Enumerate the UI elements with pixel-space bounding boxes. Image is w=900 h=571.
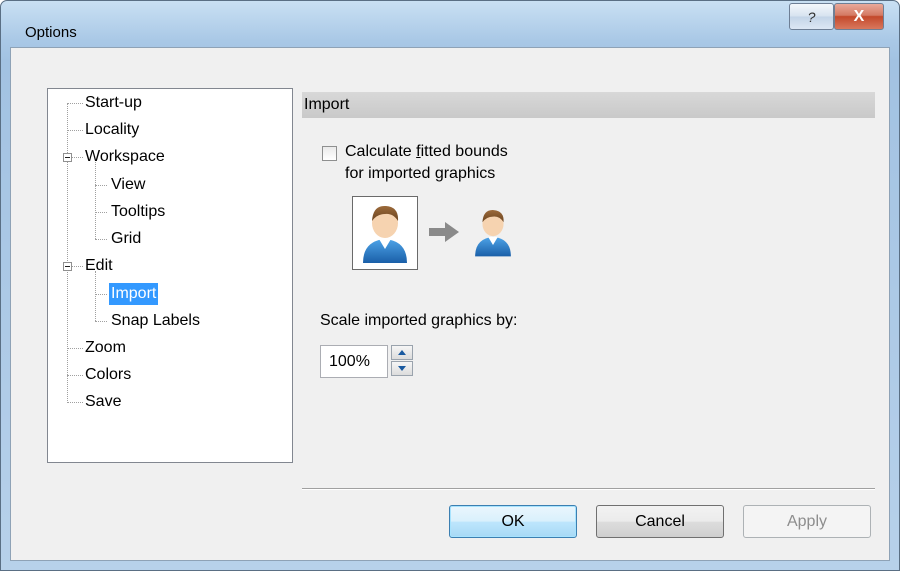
tree-item-colors[interactable]: Colors	[85, 364, 131, 386]
title-bar[interactable]: Options ? X	[1, 1, 899, 47]
tree-connector	[95, 162, 96, 239]
tree-connector	[67, 402, 83, 403]
tree-item-save[interactable]: Save	[85, 391, 121, 413]
separator	[302, 488, 875, 490]
tree-connector	[95, 212, 107, 213]
tree-connector	[67, 103, 83, 104]
close-icon: X	[853, 7, 865, 25]
tree-connector	[67, 103, 68, 403]
fitted-bounds-label-line2: for imported graphics	[345, 165, 496, 182]
tree-item-zoom[interactable]: Zoom	[85, 337, 126, 359]
tree-item-grid[interactable]: Grid	[111, 228, 141, 250]
collapse-workspace-icon[interactable]	[63, 153, 72, 162]
section-header: Import	[302, 92, 875, 118]
tree-connector	[72, 266, 83, 267]
tree-item-tooltips[interactable]: Tooltips	[111, 201, 165, 223]
tree-connector	[95, 294, 107, 295]
close-button[interactable]: X	[834, 3, 884, 30]
help-button[interactable]: ?	[789, 3, 834, 30]
tree-connector	[67, 130, 83, 131]
spin-up-button[interactable]	[391, 345, 413, 360]
user-icon	[475, 210, 511, 257]
fitted-bounds-checkbox[interactable]	[322, 146, 337, 161]
tree-connector	[72, 157, 83, 158]
collapse-edit-icon[interactable]	[63, 262, 72, 271]
apply-button[interactable]: Apply	[743, 505, 871, 538]
tree-item-import[interactable]: Import	[109, 283, 159, 305]
tree-item-locality[interactable]: Locality	[85, 119, 139, 141]
tree-item-workspace[interactable]: Workspace	[85, 146, 165, 168]
tree-connector	[95, 321, 107, 322]
fitted-bounds-label-part2: itted bounds	[420, 143, 508, 160]
tree-item-view[interactable]: View	[111, 174, 145, 196]
fitted-bounds-label[interactable]: Calculate fitted bounds for imported gra…	[345, 141, 605, 185]
tree-item-start-up[interactable]: Start-up	[85, 92, 142, 114]
tree-connector	[67, 348, 83, 349]
tree-connector	[95, 185, 107, 186]
spin-down-button[interactable]	[391, 361, 413, 376]
dialog-body: Start-up Locality Workspace View Tooltip…	[10, 47, 890, 561]
ok-button[interactable]: OK	[449, 505, 577, 538]
tree-connector	[95, 271, 96, 321]
preview-before	[352, 196, 418, 270]
user-icon	[363, 205, 407, 263]
help-icon: ?	[807, 8, 816, 25]
options-window: Options ? X Start-up Locality Workspace …	[0, 0, 900, 571]
options-tree[interactable]: Start-up Locality Workspace View Tooltip…	[47, 88, 293, 463]
tree-item-edit[interactable]: Edit	[85, 255, 113, 277]
scale-input[interactable]	[320, 345, 388, 378]
tree-connector	[67, 375, 83, 376]
window-title: Options	[25, 24, 77, 41]
scale-label: Scale imported graphics by:	[320, 312, 518, 329]
fitted-bounds-label-part1: Calculate	[345, 143, 417, 160]
cancel-button[interactable]: Cancel	[596, 505, 724, 538]
tree-connector	[95, 239, 107, 240]
arrow-right-icon	[429, 222, 459, 242]
tree-item-snap-labels[interactable]: Snap Labels	[111, 310, 200, 332]
